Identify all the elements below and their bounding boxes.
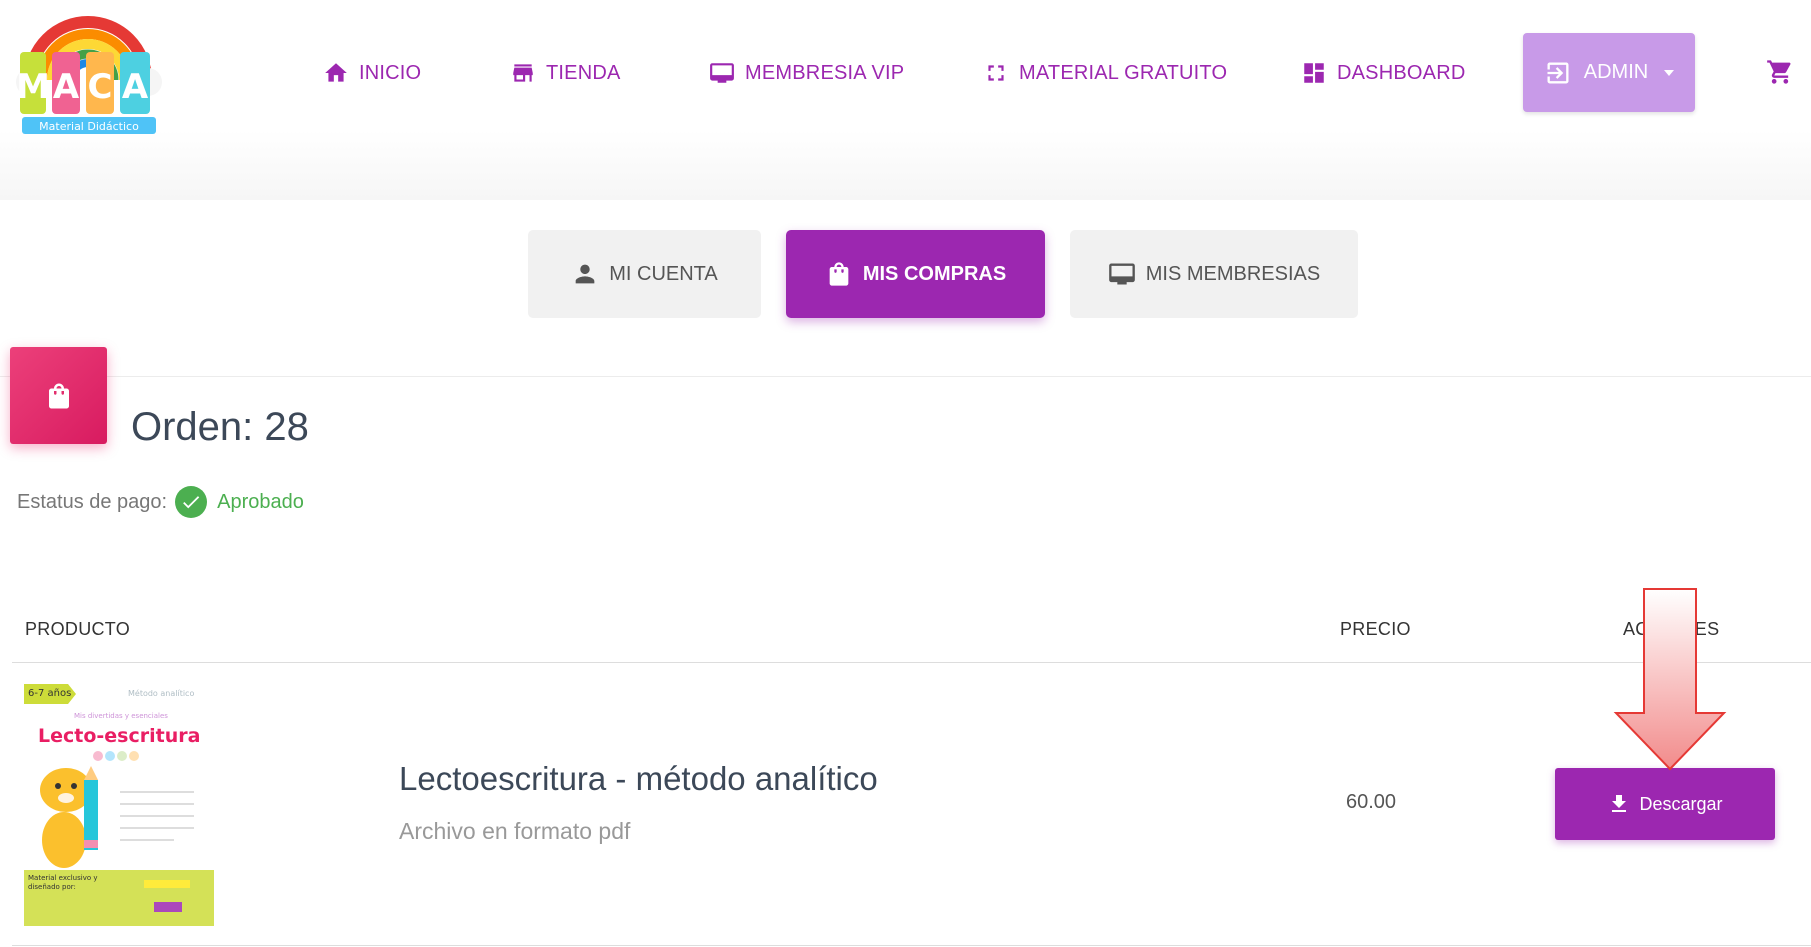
nav-dashboard[interactable]: DASHBOARD bbox=[1301, 50, 1466, 96]
caret-down-icon bbox=[1664, 69, 1675, 76]
tab-mis-membresias-label: MIS MEMBRESIAS bbox=[1145, 262, 1321, 285]
thumb-title: Lecto-escritura bbox=[38, 725, 200, 747]
product-description: Archivo en formato pdf bbox=[399, 818, 631, 844]
svg-text:C: C bbox=[88, 67, 113, 107]
column-header-precio: PRECIO bbox=[1340, 619, 1411, 639]
svg-text:A: A bbox=[122, 67, 149, 107]
tab-mi-cuenta-label: MI CUENTA bbox=[609, 262, 718, 285]
logout-icon bbox=[1547, 62, 1569, 83]
thumb-age: 6-7 años bbox=[28, 688, 71, 699]
monitor-icon bbox=[1108, 263, 1135, 285]
shopping-bag-icon bbox=[829, 262, 849, 286]
payment-status: Estatus de pago: Aprobado bbox=[17, 486, 304, 518]
shopping-bag-icon bbox=[48, 383, 69, 408]
dashboard-icon bbox=[1304, 63, 1324, 83]
fullscreen-icon bbox=[988, 65, 1004, 81]
payment-status-value: Aprobado bbox=[217, 490, 304, 513]
tab-mis-membresias[interactable]: MIS MEMBRESIAS bbox=[1070, 230, 1358, 318]
nav-membresia-vip[interactable]: MEMBRESIA VIP bbox=[709, 50, 904, 96]
table-row-divider bbox=[12, 945, 1811, 946]
nav-tienda[interactable]: TIENDA bbox=[510, 50, 621, 96]
nav-inicio[interactable]: INICIO bbox=[323, 50, 421, 96]
site-logo[interactable]: M A C A Material Didáctico bbox=[8, 0, 168, 138]
nav-material-gratuito[interactable]: MATERIAL GRATUITO bbox=[983, 50, 1227, 96]
nav-inicio-label: INICIO bbox=[359, 61, 422, 84]
svg-text:Material Didáctico: Material Didáctico bbox=[39, 120, 139, 133]
nav-membresia-label: MEMBRESIA VIP bbox=[745, 61, 905, 84]
cart-icon bbox=[1767, 60, 1791, 84]
nav-dashboard-label: DASHBOARD bbox=[1337, 61, 1466, 84]
order-icon-card bbox=[10, 347, 107, 444]
payment-status-label: Estatus de pago: bbox=[17, 490, 168, 513]
thumb-footer: Material exclusivo y diseñado por: bbox=[28, 874, 98, 891]
store-icon bbox=[513, 64, 533, 82]
column-header-producto: PRODUCTO bbox=[25, 619, 131, 639]
monitor-icon bbox=[710, 63, 734, 83]
product-name: Lectoescritura - método analítico bbox=[399, 760, 878, 797]
thumb-subtitle: Mis divertidas y esenciales bbox=[74, 712, 168, 720]
cart-button[interactable] bbox=[1766, 58, 1794, 86]
svg-text:M: M bbox=[16, 67, 50, 107]
site-header: M A C A Material Didáctico INICIO TIENDA… bbox=[0, 0, 1811, 200]
tab-mis-compras[interactable]: MIS COMPRAS bbox=[786, 230, 1045, 318]
admin-label: ADMIN bbox=[1583, 61, 1649, 83]
tab-mis-compras-label: MIS COMPRAS bbox=[862, 262, 1007, 285]
nav-material-label: MATERIAL GRATUITO bbox=[1019, 61, 1228, 84]
home-icon bbox=[325, 63, 347, 82]
admin-dropdown-button[interactable]: ADMIN bbox=[1523, 33, 1695, 112]
thumb-method: Método analítico bbox=[128, 688, 194, 698]
tab-mi-cuenta[interactable]: MI CUENTA bbox=[528, 230, 761, 318]
nav-tienda-label: TIENDA bbox=[546, 61, 621, 84]
product-thumbnail: 6-7 años Método analítico Mis divertidas… bbox=[24, 680, 214, 926]
table-header-divider bbox=[12, 662, 1811, 663]
svg-text:A: A bbox=[53, 67, 80, 107]
download-button-label: Descargar bbox=[1639, 793, 1723, 814]
product-price: 60.00 bbox=[1346, 791, 1397, 813]
annotation-arrow-icon bbox=[1613, 588, 1727, 771]
download-icon bbox=[1612, 795, 1627, 812]
download-button[interactable]: Descargar bbox=[1555, 768, 1775, 840]
section-divider bbox=[0, 376, 1811, 377]
check-circle-icon bbox=[175, 486, 208, 518]
order-title: Orden: 28 bbox=[131, 405, 309, 449]
person-icon bbox=[575, 264, 595, 284]
